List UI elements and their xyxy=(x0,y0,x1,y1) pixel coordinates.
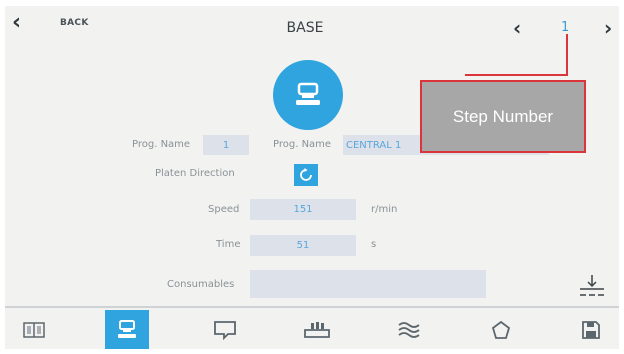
prog-name-label: Prog. Name xyxy=(273,139,332,150)
callout-line xyxy=(566,34,568,76)
pentagon-icon xyxy=(491,320,511,339)
platen-direction-label: Platen Direction xyxy=(155,168,235,179)
prog-number-field[interactable]: 1 xyxy=(203,135,249,155)
tab-save[interactable] xyxy=(569,310,613,349)
tab-comment[interactable] xyxy=(203,310,247,349)
step-number: 1 xyxy=(561,20,570,35)
base-machine-badge xyxy=(273,60,343,130)
back-arrow-icon[interactable]: ‹ xyxy=(12,12,21,34)
book-icon xyxy=(23,321,45,338)
divider xyxy=(5,306,619,308)
base-machine-icon xyxy=(118,319,136,338)
speech-bubble-icon xyxy=(214,320,236,340)
tab-base[interactable] xyxy=(105,310,149,349)
tab-flow[interactable] xyxy=(387,310,431,349)
callout-line xyxy=(465,74,568,76)
consumables-label: Consumables xyxy=(167,279,235,290)
time-label: Time xyxy=(216,239,241,250)
time-field[interactable]: 51 xyxy=(250,235,356,256)
bottom-tab-bar xyxy=(5,310,619,349)
step-prev-icon[interactable]: ‹ xyxy=(513,18,521,38)
tab-platen[interactable] xyxy=(295,310,339,349)
step-next-icon[interactable]: › xyxy=(604,18,612,38)
save-icon xyxy=(582,320,600,339)
speed-field[interactable]: 151 xyxy=(250,199,356,220)
download-icon[interactable] xyxy=(577,274,607,304)
time-unit: s xyxy=(371,239,377,250)
waves-icon xyxy=(398,321,420,338)
step-number-callout: Step Number xyxy=(420,80,586,153)
tab-pentagon[interactable] xyxy=(479,310,523,349)
page-title: BASE xyxy=(286,20,324,36)
speed-label: Speed xyxy=(208,204,240,215)
platen-direction-button[interactable] xyxy=(294,164,318,186)
speed-unit: r/min xyxy=(371,204,398,215)
rotate-icon xyxy=(300,168,312,181)
base-machine-icon xyxy=(296,82,320,105)
platen-icon xyxy=(304,321,330,338)
prog-number-label: Prog. Name xyxy=(132,139,191,150)
consumables-field[interactable] xyxy=(250,270,486,298)
tab-book[interactable] xyxy=(13,310,55,349)
machine-screen: ‹ BACK BASE ‹ 1 › Prog. Name 1 Prog. Nam… xyxy=(5,6,619,349)
back-button[interactable]: BACK xyxy=(60,18,89,28)
